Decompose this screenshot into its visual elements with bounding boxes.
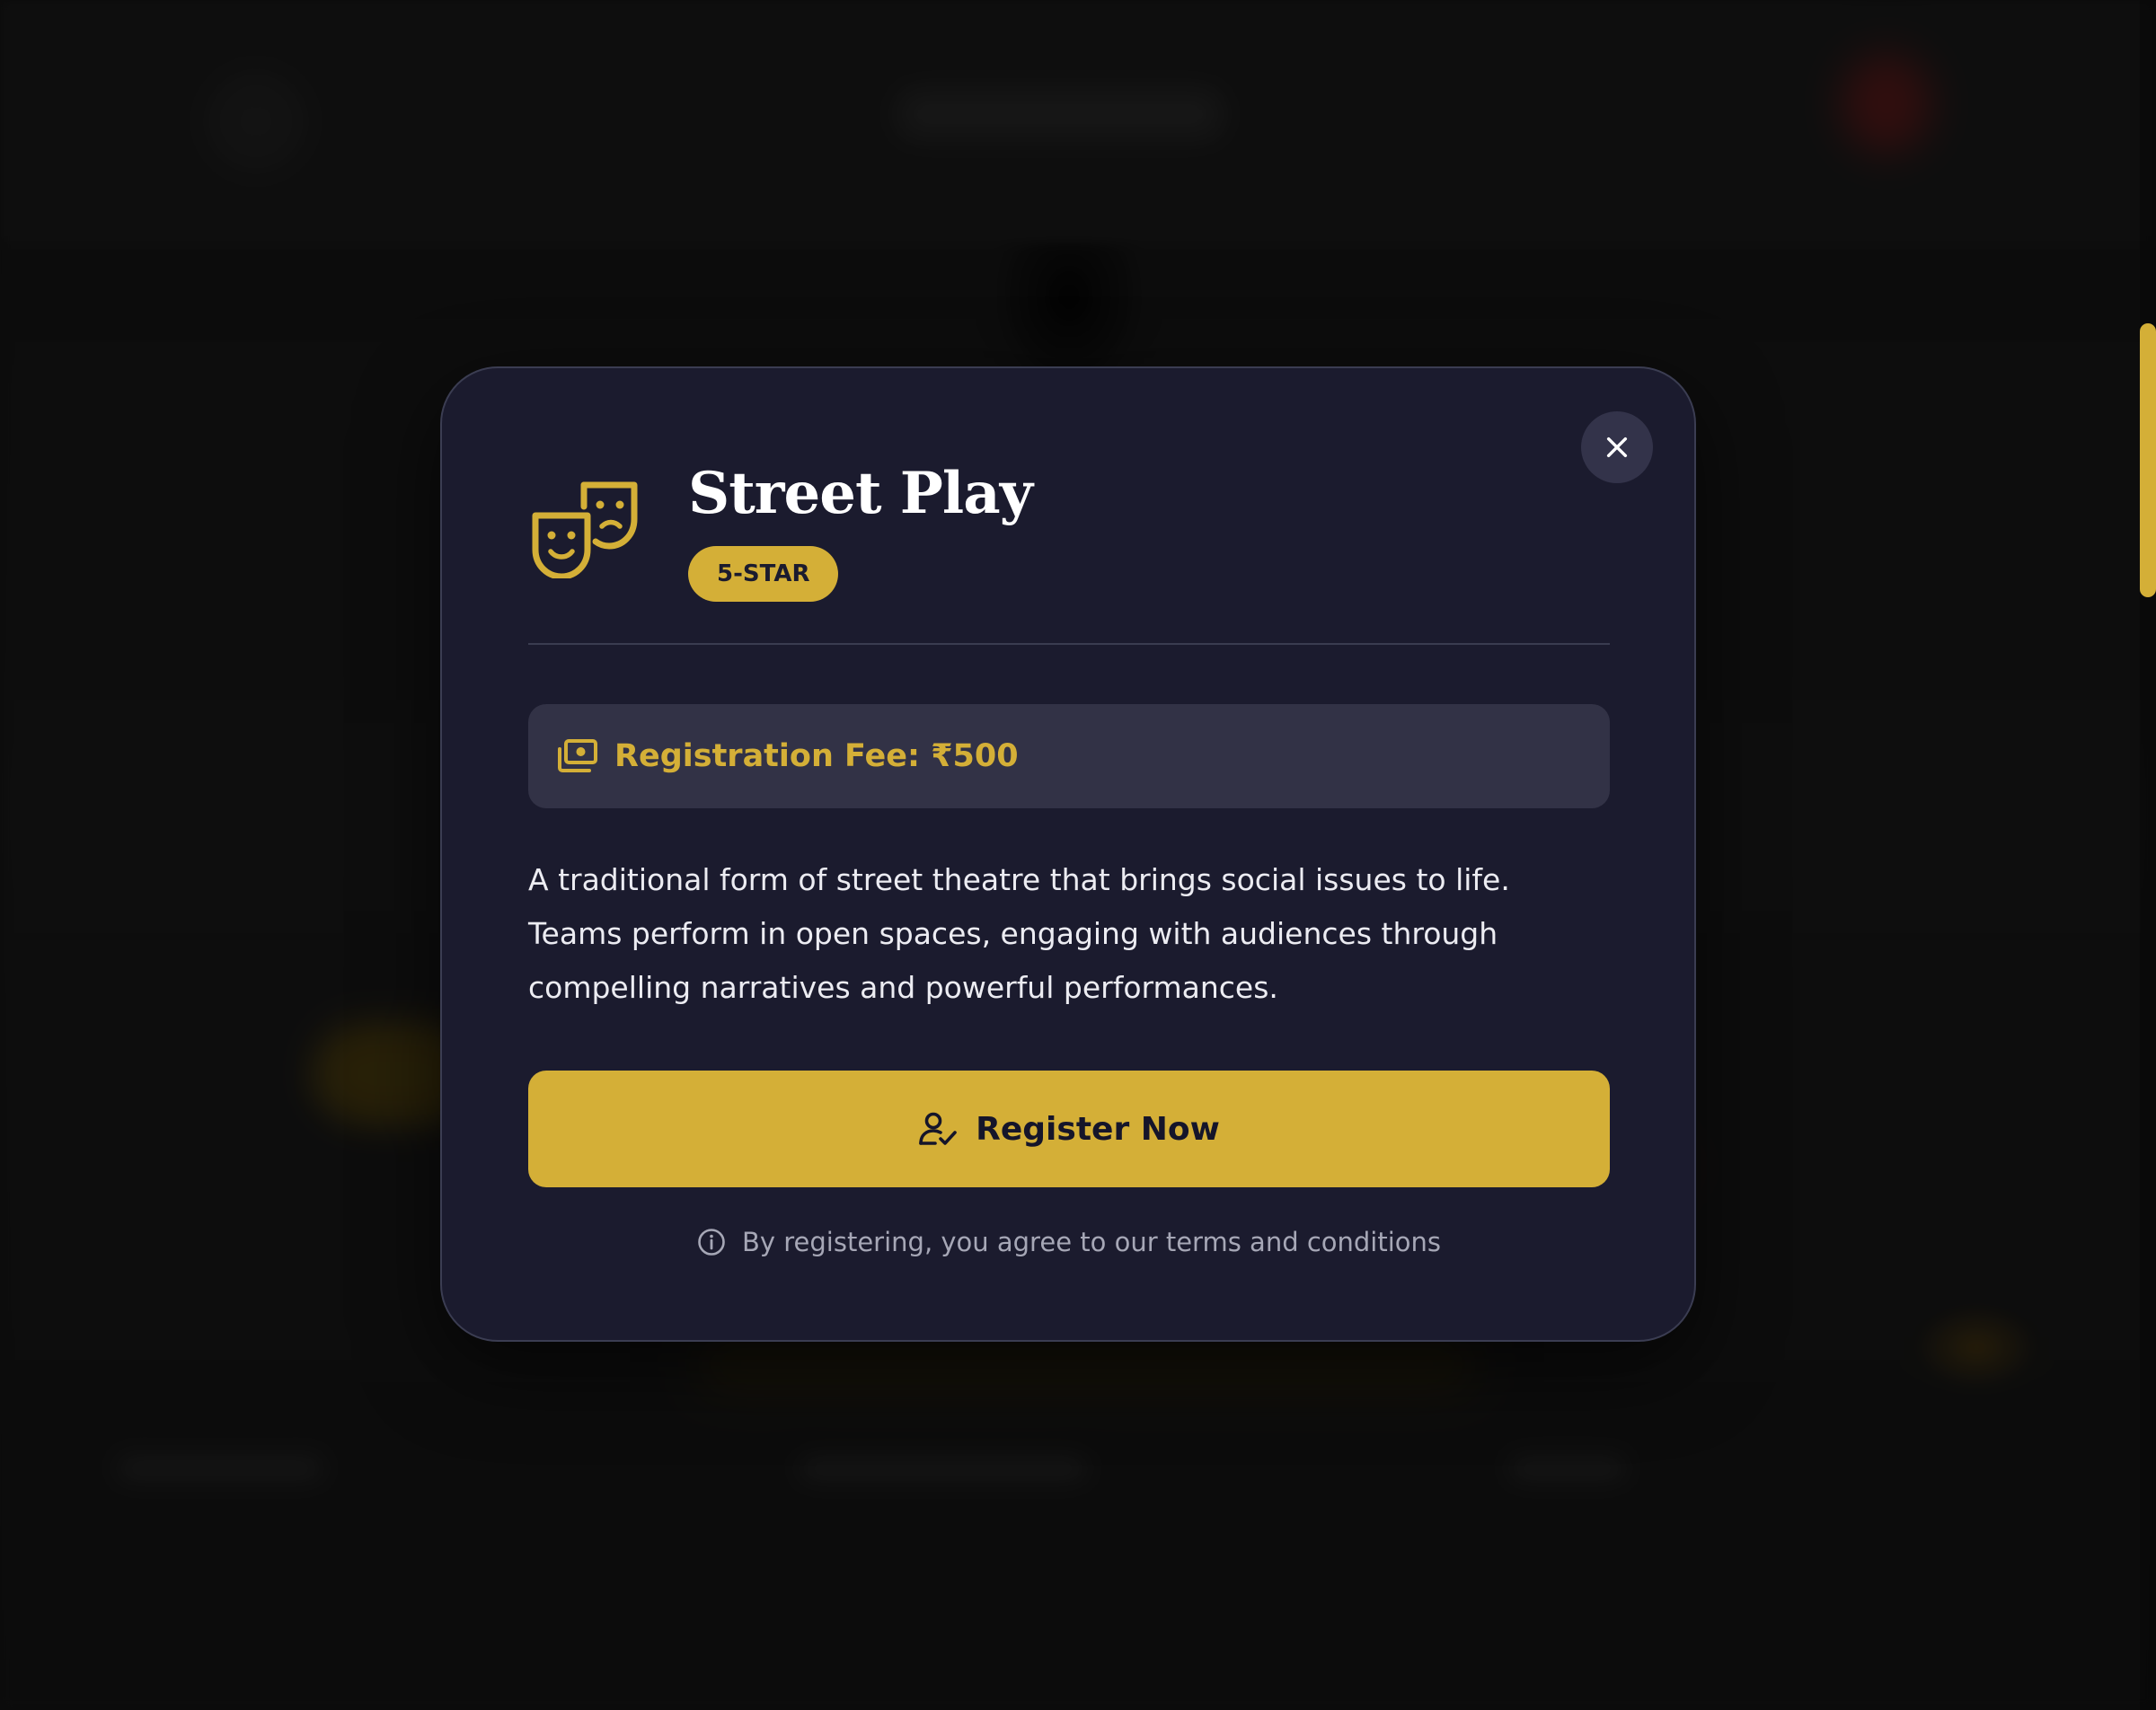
- registration-fee-box: Registration Fee: ₹500: [528, 704, 1610, 808]
- close-icon: [1606, 436, 1628, 458]
- register-now-button[interactable]: Register Now: [528, 1071, 1610, 1187]
- info-icon: [698, 1229, 725, 1256]
- terms-text: By registering, you agree to our terms a…: [741, 1227, 1442, 1257]
- registration-fee-text: Registration Fee: ₹500: [614, 738, 1019, 774]
- user-check-icon: [919, 1112, 957, 1145]
- event-details-modal: Street Play 5-STAR Registration Fee: ₹50…: [440, 366, 1696, 1342]
- event-description: A traditional form of street theatre tha…: [528, 862, 1510, 1005]
- money-icon: [558, 739, 597, 772]
- event-title: Street Play: [688, 460, 1033, 527]
- page: Street Play 5-STAR Registration Fee: ₹50…: [0, 0, 2156, 1710]
- scrollbar[interactable]: [2140, 0, 2156, 1710]
- scrollbar-thumb[interactable]: [2140, 323, 2156, 597]
- register-now-label: Register Now: [976, 1110, 1220, 1148]
- terms-note: By registering, you agree to our terms a…: [528, 1220, 1610, 1265]
- category-badge: 5-STAR: [688, 546, 839, 602]
- theater-masks-icon: [532, 481, 638, 578]
- divider: [528, 643, 1610, 645]
- close-button[interactable]: [1581, 411, 1653, 483]
